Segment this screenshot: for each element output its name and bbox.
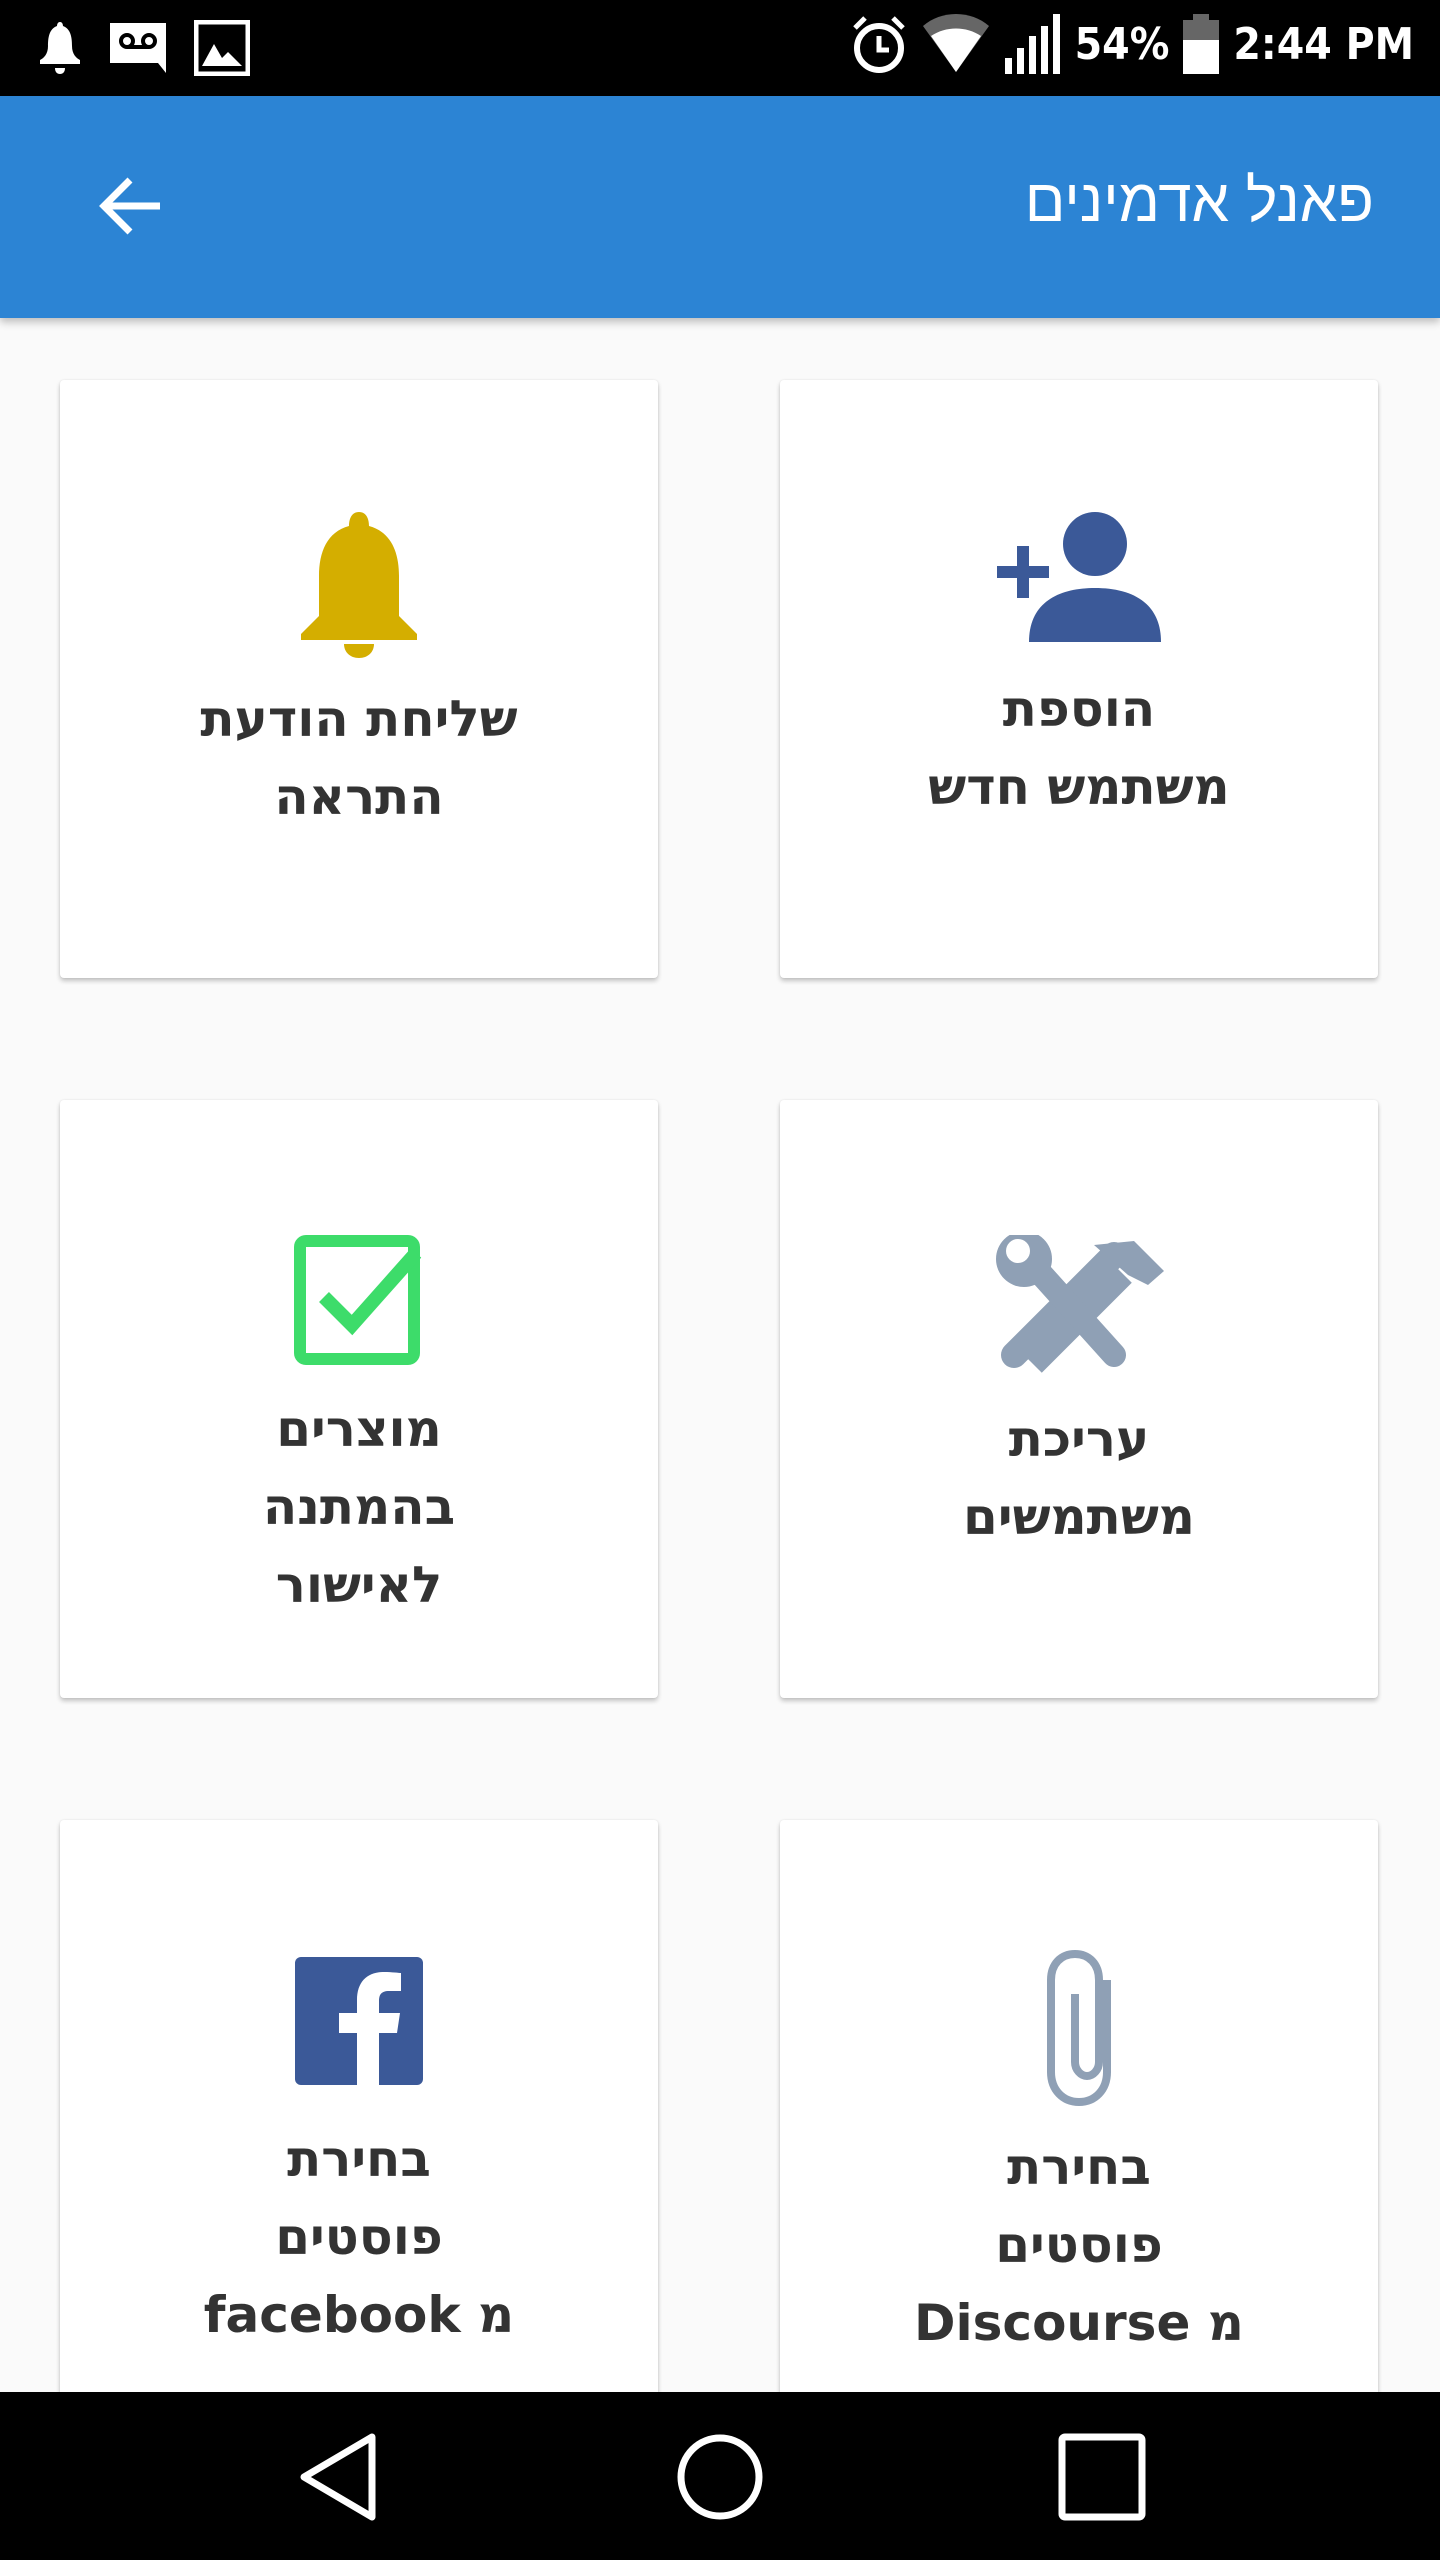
card-label: עריכת משתמשים xyxy=(963,1410,1195,1546)
battery-icon xyxy=(1183,14,1220,74)
recents-square-icon xyxy=(1058,2433,1146,2521)
discourse-posts-card[interactable]: בחירת פוסטים מ Discourse xyxy=(780,1820,1378,2418)
voicemail-icon xyxy=(110,23,166,73)
card-label: הוספת משתמש חדש xyxy=(928,680,1230,816)
paperclip-icon xyxy=(1047,1949,1111,2107)
bell-icon xyxy=(301,512,417,658)
add-user-card[interactable]: הוספת משתמש חדש xyxy=(780,380,1378,978)
image-icon xyxy=(194,20,250,76)
navigation-bar xyxy=(0,2392,1440,2560)
tools-icon xyxy=(996,1235,1164,1375)
signal-icon xyxy=(1004,14,1060,74)
facebook-posts-card[interactable]: בחירת פוסטים מ facebook xyxy=(60,1820,658,2418)
notification-bell-icon xyxy=(40,22,80,74)
nav-back-button[interactable] xyxy=(296,2432,380,2526)
edit-users-card[interactable]: עריכת משתמשים xyxy=(780,1100,1378,1698)
battery-percent: 54% xyxy=(1074,18,1170,70)
alarm-icon xyxy=(852,16,905,73)
nav-recents-button[interactable] xyxy=(1058,2432,1146,2526)
card-label: שליחת הודעת התראה xyxy=(200,690,518,826)
page-title: פאנל אדמינים xyxy=(1024,167,1374,234)
back-triangle-icon xyxy=(300,2433,376,2521)
card-label: מוצרים בהמתנה לאישור xyxy=(262,1400,456,1614)
app-bar: פאנל אדמינים xyxy=(0,96,1440,318)
send-notification-card[interactable]: שליחת הודעת התראה xyxy=(60,380,658,978)
checkbox-icon xyxy=(294,1235,422,1365)
pending-products-card[interactable]: מוצרים בהמתנה לאישור xyxy=(60,1100,658,1698)
card-label: בחירת פוסטים מ facebook xyxy=(203,2130,515,2344)
wifi-icon xyxy=(922,14,989,72)
arrow-left-icon xyxy=(99,177,160,235)
back-button[interactable] xyxy=(92,166,172,246)
card-label: בחירת פוסטים מ Discourse xyxy=(914,2138,1244,2352)
clock: 2:44 PM xyxy=(1233,18,1414,70)
nav-home-button[interactable] xyxy=(676,2432,764,2526)
facebook-icon xyxy=(295,1957,423,2085)
home-circle-icon xyxy=(677,2434,763,2520)
status-bar: 54% 2:44 PM xyxy=(0,0,1440,96)
add-user-icon xyxy=(997,512,1161,642)
